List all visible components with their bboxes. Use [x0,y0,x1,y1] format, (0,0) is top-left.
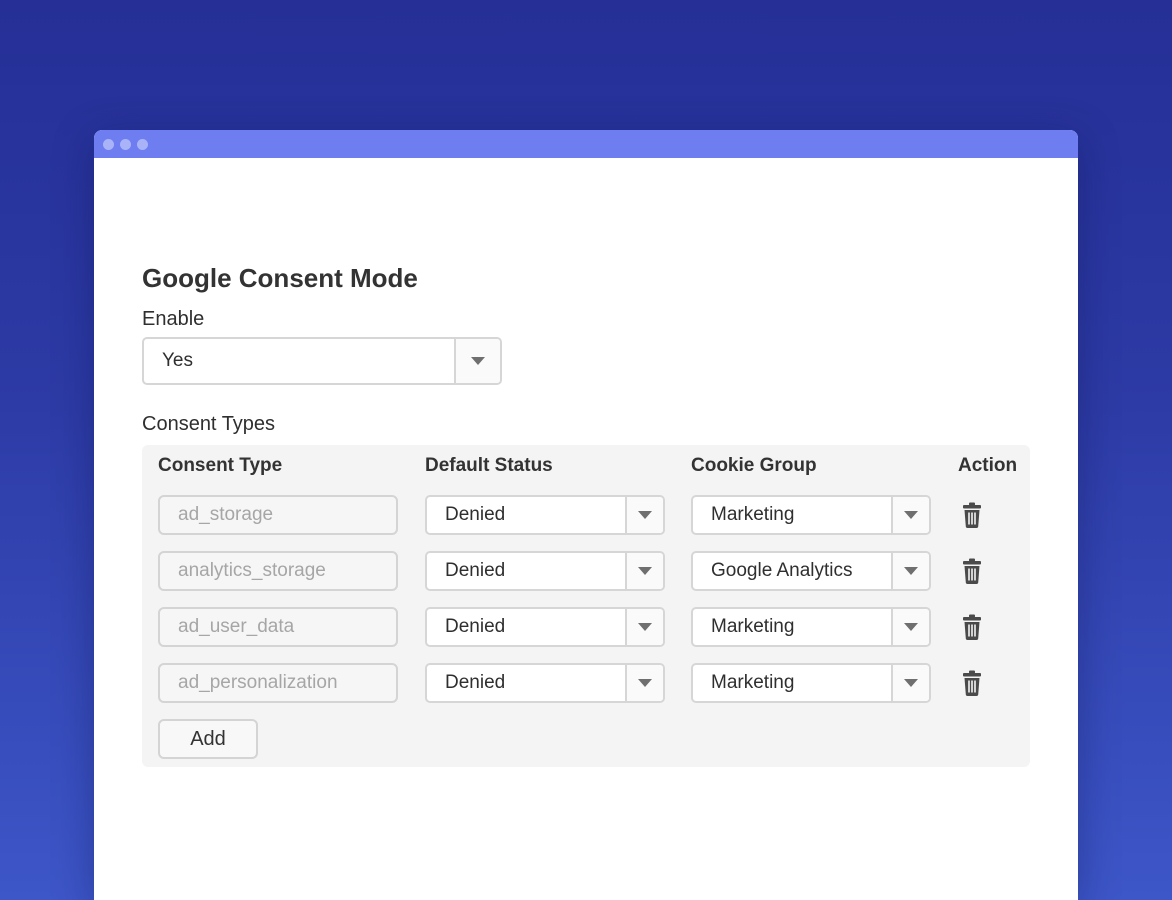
cookie-group-value: Google Analytics [711,560,853,581]
default-status-toggle[interactable] [625,665,663,701]
consent-type-input[interactable]: analytics_storage [158,551,398,591]
cookie-group-value: Marketing [711,504,795,525]
cookie-group-select[interactable]: Marketing [691,663,931,703]
app-window: Google Consent Mode Enable Yes Consent T… [94,130,1078,900]
default-status-select[interactable]: Denied [425,663,665,703]
cookie-group-toggle[interactable] [891,665,929,701]
table-header: Consent Type Default Status Cookie Group… [142,455,1030,479]
consent-type-input[interactable]: ad_personalization [158,663,398,703]
enable-select-value: Yes [162,350,193,371]
table-row: ad_user_data Denied Marketing [142,607,1030,647]
cookie-group-toggle[interactable] [891,497,929,533]
window-control-dot[interactable] [103,138,114,150]
caret-down-icon [638,511,652,519]
header-consent-type: Consent Type [158,455,283,476]
caret-down-icon [904,679,918,687]
cookie-group-toggle[interactable] [891,609,929,645]
default-status-select[interactable]: Denied [425,495,665,535]
table-row: analytics_storage Denied Google Analytic… [142,551,1030,591]
caret-down-icon [904,567,918,575]
default-status-value: Denied [445,616,506,637]
cookie-group-select[interactable]: Marketing [691,607,931,647]
enable-label: Enable [142,308,205,330]
header-cookie-group: Cookie Group [691,455,817,476]
consent-types-label: Consent Types [142,413,276,435]
default-status-toggle[interactable] [625,497,663,533]
default-status-select[interactable]: Denied [425,607,665,647]
window-control-dot[interactable] [137,138,148,150]
caret-down-icon [638,567,652,575]
add-consent-type-button[interactable]: Add [158,719,258,759]
consent-type-input[interactable]: ad_storage [158,495,398,535]
trash-icon[interactable] [962,670,982,696]
cookie-group-select[interactable]: Marketing [691,495,931,535]
default-status-value: Denied [445,672,506,693]
cookie-group-value: Marketing [711,616,795,637]
window-titlebar [94,130,1078,158]
header-default-status: Default Status [425,455,553,476]
caret-down-icon [904,511,918,519]
default-status-value: Denied [445,560,506,581]
consent-type-input[interactable]: ad_user_data [158,607,398,647]
table-row: ad_storage Denied Marketing [142,495,1030,535]
caret-down-icon [904,623,918,631]
caret-down-icon [638,679,652,687]
header-action: Action [958,455,1018,476]
default-status-toggle[interactable] [625,553,663,589]
default-status-select[interactable]: Denied [425,551,665,591]
page-title: Google Consent Mode [142,263,418,293]
caret-down-icon [471,357,485,365]
cookie-group-value: Marketing [711,672,795,693]
trash-icon[interactable] [962,502,982,528]
settings-content: Google Consent Mode Enable Yes Consent T… [142,260,1030,767]
table-row: ad_personalization Denied Marketing [142,663,1030,703]
cookie-group-toggle[interactable] [891,553,929,589]
enable-select-toggle[interactable] [454,339,500,383]
trash-icon[interactable] [962,558,982,584]
enable-select[interactable]: Yes [142,337,502,385]
default-status-value: Denied [445,504,506,525]
cookie-group-select[interactable]: Google Analytics [691,551,931,591]
default-status-toggle[interactable] [625,609,663,645]
trash-icon[interactable] [962,614,982,640]
consent-types-table: Consent Type Default Status Cookie Group… [142,445,1030,767]
window-control-dot[interactable] [120,138,131,150]
caret-down-icon [638,623,652,631]
